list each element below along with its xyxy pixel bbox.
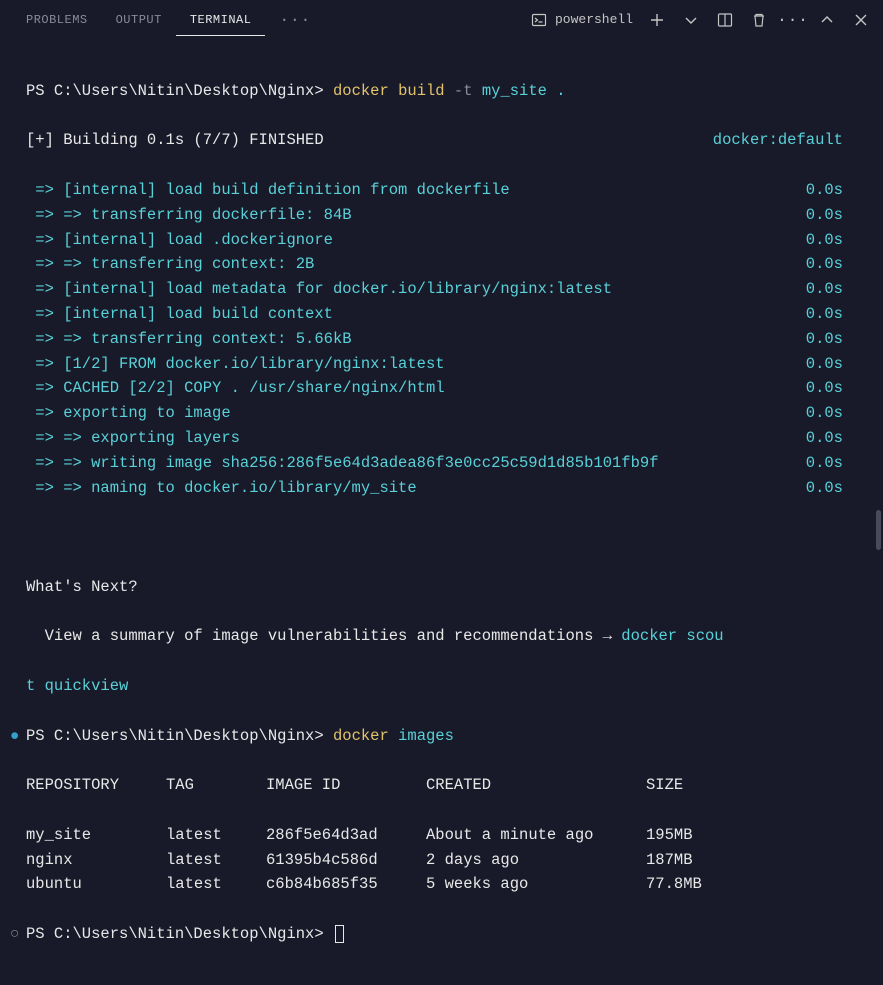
build-step-time: 0.0s: [806, 327, 843, 352]
cell-tag: latest: [166, 848, 266, 873]
panel-toolbar: powershell ···: [529, 10, 871, 30]
hint-text: View a summary of image vulnerabilities …: [26, 627, 621, 645]
cmd-token: docker: [333, 727, 389, 745]
kill-terminal-button[interactable]: [749, 10, 769, 30]
terminal-icon: [529, 10, 549, 30]
maximize-panel-button[interactable]: [817, 10, 837, 30]
build-step-text: => [internal] load build context: [26, 305, 333, 323]
build-step-line: => [internal] load metadata for docker.i…: [26, 277, 865, 302]
scrollbar-thumb[interactable]: [876, 510, 881, 550]
build-step-line: => => naming to docker.io/library/my_sit…: [26, 476, 865, 501]
build-step-time: 0.0s: [806, 401, 843, 426]
cell-size: 195MB: [646, 823, 693, 848]
cell-size: 187MB: [646, 848, 693, 873]
build-step-text: => [internal] load .dockerignore: [26, 231, 333, 249]
build-step-line: => => transferring context: 2B 0.0s: [26, 252, 865, 277]
prompt-status-dirty-icon: ●: [10, 724, 19, 749]
terminal-shell-selector[interactable]: powershell: [529, 10, 633, 30]
table-row: my_sitelatest286f5e64d3adAbout a minute …: [26, 823, 865, 848]
prompt: PS C:\Users\Nitin\Desktop\Nginx>: [26, 82, 324, 100]
build-step-time: 0.0s: [806, 426, 843, 451]
hint-command-cont: t quickview: [26, 677, 128, 695]
whats-next-heading: What's Next?: [26, 575, 865, 600]
build-step-line: => => exporting layers 0.0s: [26, 426, 865, 451]
cell-image-id: 286f5e64d3ad: [266, 823, 426, 848]
build-step-text: => CACHED [2/2] COPY . /usr/share/nginx/…: [26, 379, 445, 397]
build-step-text: => => writing image sha256:286f5e64d3ade…: [26, 454, 659, 472]
tab-output[interactable]: OUTPUT: [102, 3, 176, 36]
cell-repo: my_site: [26, 823, 166, 848]
cell-created: 2 days ago: [426, 848, 646, 873]
build-step-time: 0.0s: [806, 178, 843, 203]
tabs-overflow-button[interactable]: ···: [265, 1, 325, 38]
build-step-time: 0.0s: [806, 476, 843, 501]
cell-created: About a minute ago: [426, 823, 646, 848]
cell-repo: ubuntu: [26, 872, 166, 897]
prompt: PS C:\Users\Nitin\Desktop\Nginx>: [26, 925, 324, 943]
prompt-status-idle-icon: ○: [10, 922, 19, 947]
build-step-text: => => naming to docker.io/library/my_sit…: [26, 479, 417, 497]
cmd-token: images: [398, 727, 454, 745]
build-step-line: => CACHED [2/2] COPY . /usr/share/nginx/…: [26, 376, 865, 401]
close-panel-button[interactable]: [851, 10, 871, 30]
launch-profile-dropdown[interactable]: [681, 10, 701, 30]
cell-tag: latest: [166, 872, 266, 897]
build-step-line: => => transferring dockerfile: 84B 0.0s: [26, 203, 865, 228]
new-terminal-button[interactable]: [647, 10, 667, 30]
cell-size: 77.8MB: [646, 872, 702, 897]
table-header-row: REPOSITORYTAGIMAGE IDCREATEDSIZE: [26, 773, 865, 798]
build-step-text: => exporting to image: [26, 404, 231, 422]
terminal-content[interactable]: PS C:\Users\Nitin\Desktop\Nginx> docker …: [0, 40, 883, 985]
panel-tab-bar: PROBLEMS OUTPUT TERMINAL ··· powershell …: [0, 0, 883, 40]
build-step-time: 0.0s: [806, 228, 843, 253]
build-step-line: => => writing image sha256:286f5e64d3ade…: [26, 451, 865, 476]
build-step-text: => => transferring dockerfile: 84B: [26, 206, 352, 224]
build-status: [+] Building 0.1s (7/7) FINISHED: [26, 131, 324, 149]
tab-problems[interactable]: PROBLEMS: [12, 3, 102, 36]
table-row: nginxlatest61395b4c586d2 days ago187MB: [26, 848, 865, 873]
build-step-time: 0.0s: [806, 451, 843, 476]
build-step-text: => [internal] load metadata for docker.i…: [26, 280, 612, 298]
cmd-token: build: [398, 82, 445, 100]
cell-image-id: 61395b4c586d: [266, 848, 426, 873]
tab-terminal[interactable]: TERMINAL: [176, 3, 266, 36]
build-step-line: => exporting to image 0.0s: [26, 401, 865, 426]
cell-image-id: c6b84b685f35: [266, 872, 426, 897]
build-step-line: => => transferring context: 5.66kB 0.0s: [26, 327, 865, 352]
build-step-time: 0.0s: [806, 203, 843, 228]
split-terminal-button[interactable]: [715, 10, 735, 30]
build-step-text: => [internal] load build definition from…: [26, 181, 510, 199]
build-step-line: => [1/2] FROM docker.io/library/nginx:la…: [26, 352, 865, 377]
terminal-cursor: [335, 925, 344, 943]
panel-more-actions[interactable]: ···: [783, 10, 803, 30]
build-step-time: 0.0s: [806, 252, 843, 277]
build-step-text: => => transferring context: 5.66kB: [26, 330, 352, 348]
table-row: ubuntulatestc6b84b685f355 weeks ago77.8M…: [26, 872, 865, 897]
build-step-time: 0.0s: [806, 302, 843, 327]
build-step-line: => [internal] load build context 0.0s: [26, 302, 865, 327]
build-steps: => [internal] load build definition from…: [26, 178, 865, 500]
build-step-text: => => transferring context: 2B: [26, 255, 314, 273]
docker-builder: docker:default: [713, 128, 843, 153]
hint-command: docker scou: [621, 627, 723, 645]
build-step-line: => [internal] load .dockerignore 0.0s: [26, 228, 865, 253]
shell-name: powershell: [555, 12, 633, 27]
cell-created: 5 weeks ago: [426, 872, 646, 897]
cmd-token: docker: [333, 82, 389, 100]
cmd-args: my_site .: [482, 82, 566, 100]
build-step-text: => [1/2] FROM docker.io/library/nginx:la…: [26, 355, 445, 373]
build-step-time: 0.0s: [806, 376, 843, 401]
build-step-text: => => exporting layers: [26, 429, 240, 447]
panel-tabs: PROBLEMS OUTPUT TERMINAL ···: [12, 1, 325, 38]
cell-repo: nginx: [26, 848, 166, 873]
image-table-body: my_sitelatest286f5e64d3adAbout a minute …: [26, 823, 865, 897]
build-step-time: 0.0s: [806, 277, 843, 302]
prompt: PS C:\Users\Nitin\Desktop\Nginx>: [26, 727, 324, 745]
cmd-flag: -t: [454, 82, 473, 100]
build-step-time: 0.0s: [806, 352, 843, 377]
cell-tag: latest: [166, 823, 266, 848]
build-step-line: => [internal] load build definition from…: [26, 178, 865, 203]
